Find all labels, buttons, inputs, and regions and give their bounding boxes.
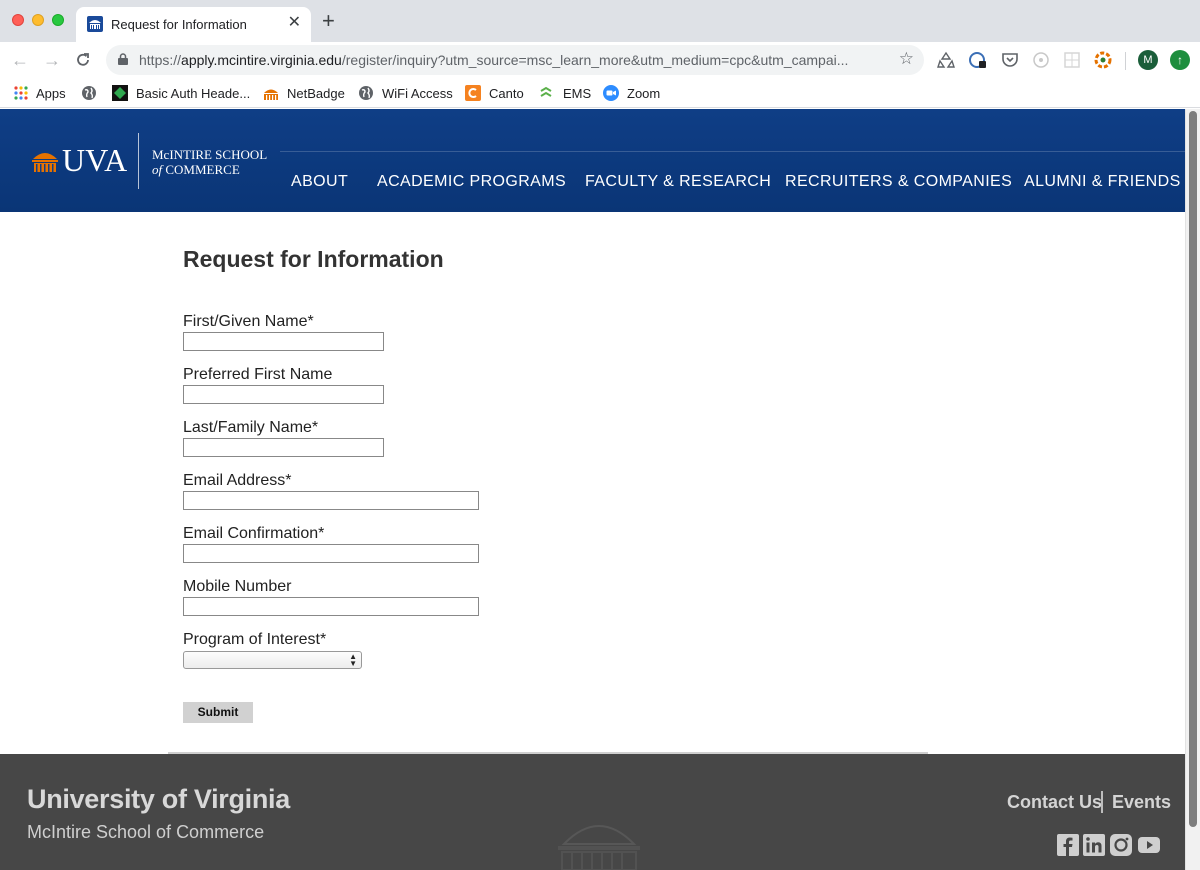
window-close-button[interactable] [12, 14, 24, 26]
rotunda-favicon-icon [87, 16, 103, 32]
program-of-interest-select[interactable]: ▲ ▼ [183, 651, 362, 669]
tab-title: Request for Information [111, 17, 247, 32]
bookmark-ems[interactable]: EMS [538, 83, 591, 103]
nav-recruiters-companies[interactable]: RECRUITERS & COMPANIES [785, 173, 1012, 191]
linkedin-icon[interactable] [1083, 834, 1105, 856]
site-footer: University of Virginia McIntire School o… [0, 754, 1185, 870]
nav-alumni-friends[interactable]: ALUMNI & FRIENDS [1024, 173, 1181, 191]
submit-button[interactable]: Submit [183, 702, 253, 723]
nav-faculty-research[interactable]: FACULTY & RESEARCH [585, 173, 771, 191]
bookmark-netbadge[interactable]: NetBadge [263, 83, 345, 103]
profile-avatar[interactable]: M [1138, 50, 1158, 70]
bookmark-label: NetBadge [287, 85, 345, 101]
nav-academic-programs[interactable]: ACADEMIC PROGRAMS [377, 173, 566, 191]
rotunda-orange-icon [264, 89, 278, 100]
scrollbar-thumb[interactable] [1189, 111, 1197, 827]
back-arrow-icon[interactable]: ← [11, 48, 29, 72]
instagram-icon[interactable] [1110, 834, 1132, 856]
site-header: UVA McINTIRE SCHOOL of COMMERCE ABOUT AC… [0, 109, 1185, 212]
lock-icon [118, 53, 128, 65]
bookmark-zoom[interactable]: Zoom [603, 83, 660, 103]
window-minimize-button[interactable] [32, 14, 44, 26]
bookmark-label: WiFi Access [382, 85, 453, 101]
school-name-line2: of COMMERCE [152, 162, 240, 177]
first-name-label: First/Given Name* [183, 313, 314, 330]
header-divider-line [280, 151, 1185, 152]
forward-arrow-icon[interactable]: → [43, 48, 61, 72]
email-confirmation-label: Email Confirmation* [183, 525, 325, 542]
url-text: https://apply.mcintire.virginia.edu/regi… [139, 52, 849, 68]
address-bar[interactable]: https://apply.mcintire.virginia.edu/regi… [106, 45, 924, 75]
rotunda-logo-icon[interactable] [32, 147, 58, 173]
bookmarks-bar: Apps Basic Auth Heade... NetBadge WiFi A… [0, 78, 1200, 108]
uva-logo-text[interactable]: UVA [62, 142, 127, 179]
page-scrollbar[interactable] [1185, 109, 1200, 870]
page-title: Request for Information [183, 246, 444, 272]
bookmark-wifi-access[interactable]: WiFi Access [358, 83, 453, 103]
bookmark-label: Canto [489, 85, 524, 101]
preferred-name-label: Preferred First Name [183, 366, 333, 383]
window-zoom-button[interactable] [52, 14, 64, 26]
new-tab-button[interactable]: + [322, 10, 335, 32]
browser-tab-strip: Request for Information ✕ + [0, 0, 1200, 42]
select-arrows-icon: ▲ ▼ [349, 652, 357, 668]
bookmark-canto[interactable]: Canto [465, 83, 524, 103]
globe-icon [359, 86, 373, 100]
events-link[interactable]: Events [1112, 792, 1171, 813]
mobile-number-input[interactable] [183, 597, 479, 616]
footer-university-name[interactable]: University of Virginia [27, 784, 290, 815]
zoom-video-icon [603, 85, 619, 101]
tab-close-icon[interactable]: ✕ [288, 14, 301, 32]
globe-icon [82, 86, 96, 100]
diamond-icon [112, 85, 128, 101]
canto-icon [465, 85, 481, 101]
email-input[interactable] [183, 491, 479, 510]
contact-us-link[interactable]: Contact Us [1007, 792, 1102, 813]
bookmark-basic-auth[interactable]: Basic Auth Heade... [112, 83, 250, 103]
youtube-icon[interactable] [1138, 834, 1160, 856]
timer-extension-icon[interactable] [1032, 51, 1050, 69]
email-confirmation-input[interactable] [183, 544, 479, 563]
bookmark-label: Zoom [627, 85, 661, 101]
bookmark-label: Basic Auth Heade... [136, 85, 251, 101]
bookmark-globe[interactable] [81, 83, 105, 103]
bookmark-label: EMS [563, 85, 592, 101]
footer-school-name: McIntire School of Commerce [27, 822, 265, 842]
color-wheel-extension-icon[interactable] [1094, 51, 1112, 69]
update-arrow-icon[interactable]: ↑ [1170, 50, 1190, 70]
mobile-number-label: Mobile Number [183, 578, 292, 595]
bookmark-apps[interactable]: Apps [13, 83, 66, 103]
ems-icon [540, 86, 552, 97]
password-manager-extension-icon[interactable] [969, 51, 987, 69]
bookmark-label: Apps [36, 85, 66, 101]
rotunda-watermark-icon [558, 825, 640, 870]
last-name-label: Last/Family Name* [183, 419, 319, 436]
browser-tab-active[interactable]: Request for Information ✕ [76, 7, 311, 42]
facebook-icon[interactable] [1057, 834, 1079, 856]
toolbar-separator [1125, 52, 1126, 70]
logo-divider [138, 133, 139, 189]
footer-link-separator [1101, 791, 1103, 813]
grid-extension-icon[interactable] [1063, 51, 1081, 69]
browser-toolbar: ← → https://apply.mcintire.virginia.edu/… [0, 42, 1200, 78]
preferred-name-input[interactable] [183, 385, 384, 404]
apps-grid-icon [14, 86, 28, 100]
program-of-interest-label: Program of Interest* [183, 631, 327, 648]
email-label: Email Address* [183, 472, 292, 489]
reload-icon[interactable] [74, 51, 92, 69]
bookmark-star-icon[interactable]: ☆ [899, 49, 914, 69]
nav-about[interactable]: ABOUT [291, 173, 348, 191]
first-name-input[interactable] [183, 332, 384, 351]
recycle-extension-icon[interactable] [937, 51, 955, 69]
pocket-extension-icon[interactable] [1001, 51, 1019, 69]
school-name-line1: McINTIRE SCHOOL [152, 147, 268, 162]
last-name-input[interactable] [183, 438, 384, 457]
